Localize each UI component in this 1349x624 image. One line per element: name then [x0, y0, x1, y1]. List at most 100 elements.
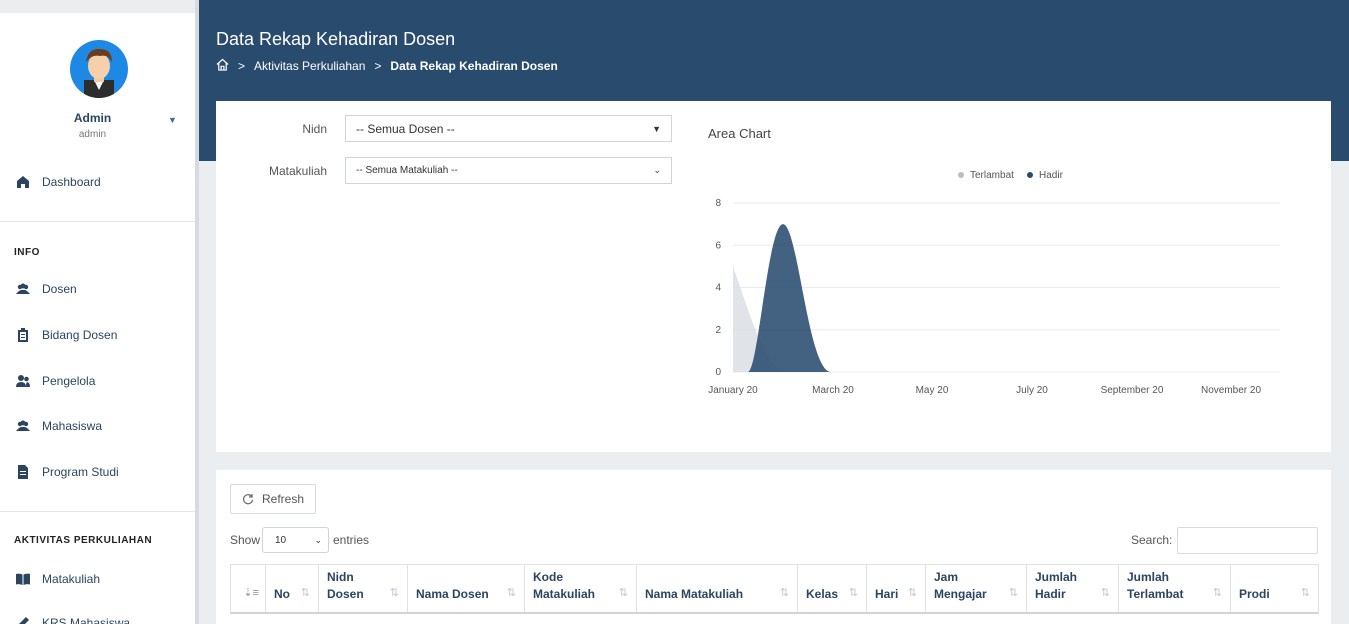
column-header[interactable]: Kelas ⇅: [798, 565, 867, 612]
column-header[interactable]: No ⇅: [266, 565, 319, 612]
column-header[interactable]: ⇣≡: [231, 565, 266, 612]
user-name: Admin: [73, 111, 112, 125]
breadcrumb-link[interactable]: Aktivitas Perkuliahan: [254, 59, 365, 73]
y-tick-label: 2: [715, 325, 721, 336]
column-header[interactable]: Nama Dosen ⇅: [408, 565, 525, 612]
sort-icon: ⇅: [1300, 587, 1310, 599]
document-icon: [16, 465, 30, 479]
users-icon: [16, 419, 30, 433]
nidn-select-value: -- Semua Dosen --: [356, 121, 455, 136]
y-tick-label: 6: [715, 240, 721, 251]
page-title: Data Rekap Kehadiran Dosen: [216, 29, 456, 49]
column-header[interactable]: Hari ⇅: [867, 565, 926, 612]
sidebar-item-label: Pengelola: [42, 374, 96, 388]
sidebar-item-bidang-dosen[interactable]: Bidang Dosen: [0, 318, 195, 352]
users-icon: [16, 282, 30, 296]
refresh-button[interactable]: Refresh: [230, 484, 316, 514]
series-area-hadir: [748, 224, 831, 372]
x-tick-label: November 20: [1201, 385, 1261, 396]
chevron-right-icon: >: [374, 59, 382, 73]
divider: [0, 221, 195, 222]
entries-value: 10: [275, 534, 287, 546]
entries-select[interactable]: 10 ⌄: [262, 527, 329, 553]
x-tick-label: January 20: [708, 385, 758, 396]
sidebar-item-program-studi[interactable]: Program Studi: [0, 455, 195, 489]
sidebar-item-label: Program Studi: [42, 465, 119, 479]
column-header[interactable]: Jumlah Hadir ⇅: [1027, 565, 1119, 612]
sidebar-item-label: Dashboard: [42, 175, 101, 189]
chevron-down-icon: ⌄: [314, 534, 322, 545]
y-tick-label: 0: [715, 367, 721, 378]
sort-icon: ⇅: [1008, 587, 1018, 599]
legend-marker: [958, 172, 964, 178]
user-group-icon: [16, 374, 30, 388]
matakuliah-select[interactable]: -- Semua Matakuliah -- ⌄: [345, 157, 672, 184]
refresh-icon: [242, 494, 254, 505]
sidebar-item-label: KRS Mahasiswa: [42, 616, 131, 624]
entries-label: entries: [333, 533, 370, 547]
sort-icon: ⇅: [1100, 587, 1110, 599]
section-title-aktivitas: AKTIVITAS PERKULIAHAN: [14, 535, 153, 546]
divider: [0, 511, 195, 512]
area-chart: Terlambat Hadir 0 2 4 6 8 January 20 March 20 M…: [708, 170, 1280, 396]
sort-icon: ⇅: [300, 587, 310, 599]
chevron-right-icon: >: [238, 59, 246, 73]
table-header: ⇣≡ No ⇅ Nidn Dosen ⇅ Nama Dosen ⇅ Kode Mata…: [230, 564, 1319, 614]
x-tick-label: September 20: [1101, 385, 1164, 396]
sidebar-item-dosen[interactable]: Dosen: [0, 272, 195, 306]
clipboard-icon: [16, 328, 30, 342]
legend-label: Terlambat: [970, 170, 1014, 181]
user-role: admin: [78, 129, 107, 140]
section-title-info: INFO: [14, 247, 40, 258]
legend-label: Hadir: [1039, 170, 1064, 181]
home-icon: [16, 175, 30, 189]
sort-icon: ⇅: [848, 587, 858, 599]
sidebar: Admin admin ▼ Dashboard INFO Dosen Bidan…: [0, 13, 195, 624]
sort-icon: ⇅: [506, 587, 516, 599]
column-header[interactable]: Kode Matakuliah ⇅: [525, 565, 637, 612]
caret-down-icon: ▼: [652, 123, 661, 134]
x-tick-label: March 20: [812, 385, 854, 396]
book-icon: [16, 572, 30, 586]
search-input[interactable]: [1177, 527, 1318, 554]
sidebar-item-pengelola[interactable]: Pengelola: [0, 364, 195, 398]
refresh-label: Refresh: [261, 492, 305, 506]
matakuliah-label: Matakuliah: [268, 164, 327, 178]
sidebar-item-dashboard[interactable]: Dashboard: [0, 165, 195, 199]
chevron-down-icon: ⌄: [653, 165, 661, 175]
sort-icon: ⇅: [907, 587, 917, 599]
edit-icon: [16, 616, 30, 624]
sort-icon: ⇅: [618, 587, 628, 599]
legend-marker: [1027, 172, 1033, 178]
sidebar-item-matakuliah[interactable]: Matakuliah: [0, 562, 195, 596]
sidebar-item-mahasiswa[interactable]: Mahasiswa: [0, 409, 195, 443]
sort-icon: ⇣≡: [243, 587, 259, 599]
nidn-label: Nidn: [302, 122, 327, 136]
matakuliah-select-value: -- Semua Matakuliah --: [356, 165, 458, 176]
column-header[interactable]: Jam Mengajar ⇅: [926, 565, 1027, 612]
column-header[interactable]: Jumlah Terlambat ⇅: [1119, 565, 1231, 612]
sidebar-item-label: Matakuliah: [42, 572, 101, 586]
sidebar-item-label: Dosen: [42, 282, 77, 296]
search-label: Search:: [1131, 533, 1173, 547]
show-label: Show: [230, 533, 261, 547]
y-tick-label: 8: [715, 198, 721, 209]
chart-title: Area Chart: [708, 126, 771, 141]
sort-icon: ⇅: [1212, 587, 1222, 599]
column-header[interactable]: Nama Matakuliah ⇅: [637, 565, 798, 612]
column-header[interactable]: Prodi ⇅: [1231, 565, 1318, 612]
breadcrumb-current: Data Rekap Kehadiran Dosen: [390, 59, 558, 73]
sidebar-item-label: Bidang Dosen: [42, 328, 118, 342]
home-icon[interactable]: [216, 58, 229, 74]
breadcrumb: > Aktivitas Perkuliahan > Data Rekap Keh…: [216, 58, 558, 74]
sidebar-item-krs-mahasiswa[interactable]: KRS Mahasiswa: [0, 606, 195, 624]
x-tick-label: May 20: [916, 385, 949, 396]
column-header[interactable]: Nidn Dosen ⇅: [319, 565, 408, 612]
sort-icon: ⇅: [779, 587, 789, 599]
x-tick-label: July 20: [1016, 385, 1048, 396]
sidebar-item-label: Mahasiswa: [42, 419, 103, 433]
user-menu-caret-icon[interactable]: ▼: [168, 115, 177, 125]
avatar[interactable]: [70, 40, 128, 98]
sort-icon: ⇅: [389, 587, 399, 599]
nidn-select[interactable]: -- Semua Dosen -- ▼: [345, 115, 672, 142]
